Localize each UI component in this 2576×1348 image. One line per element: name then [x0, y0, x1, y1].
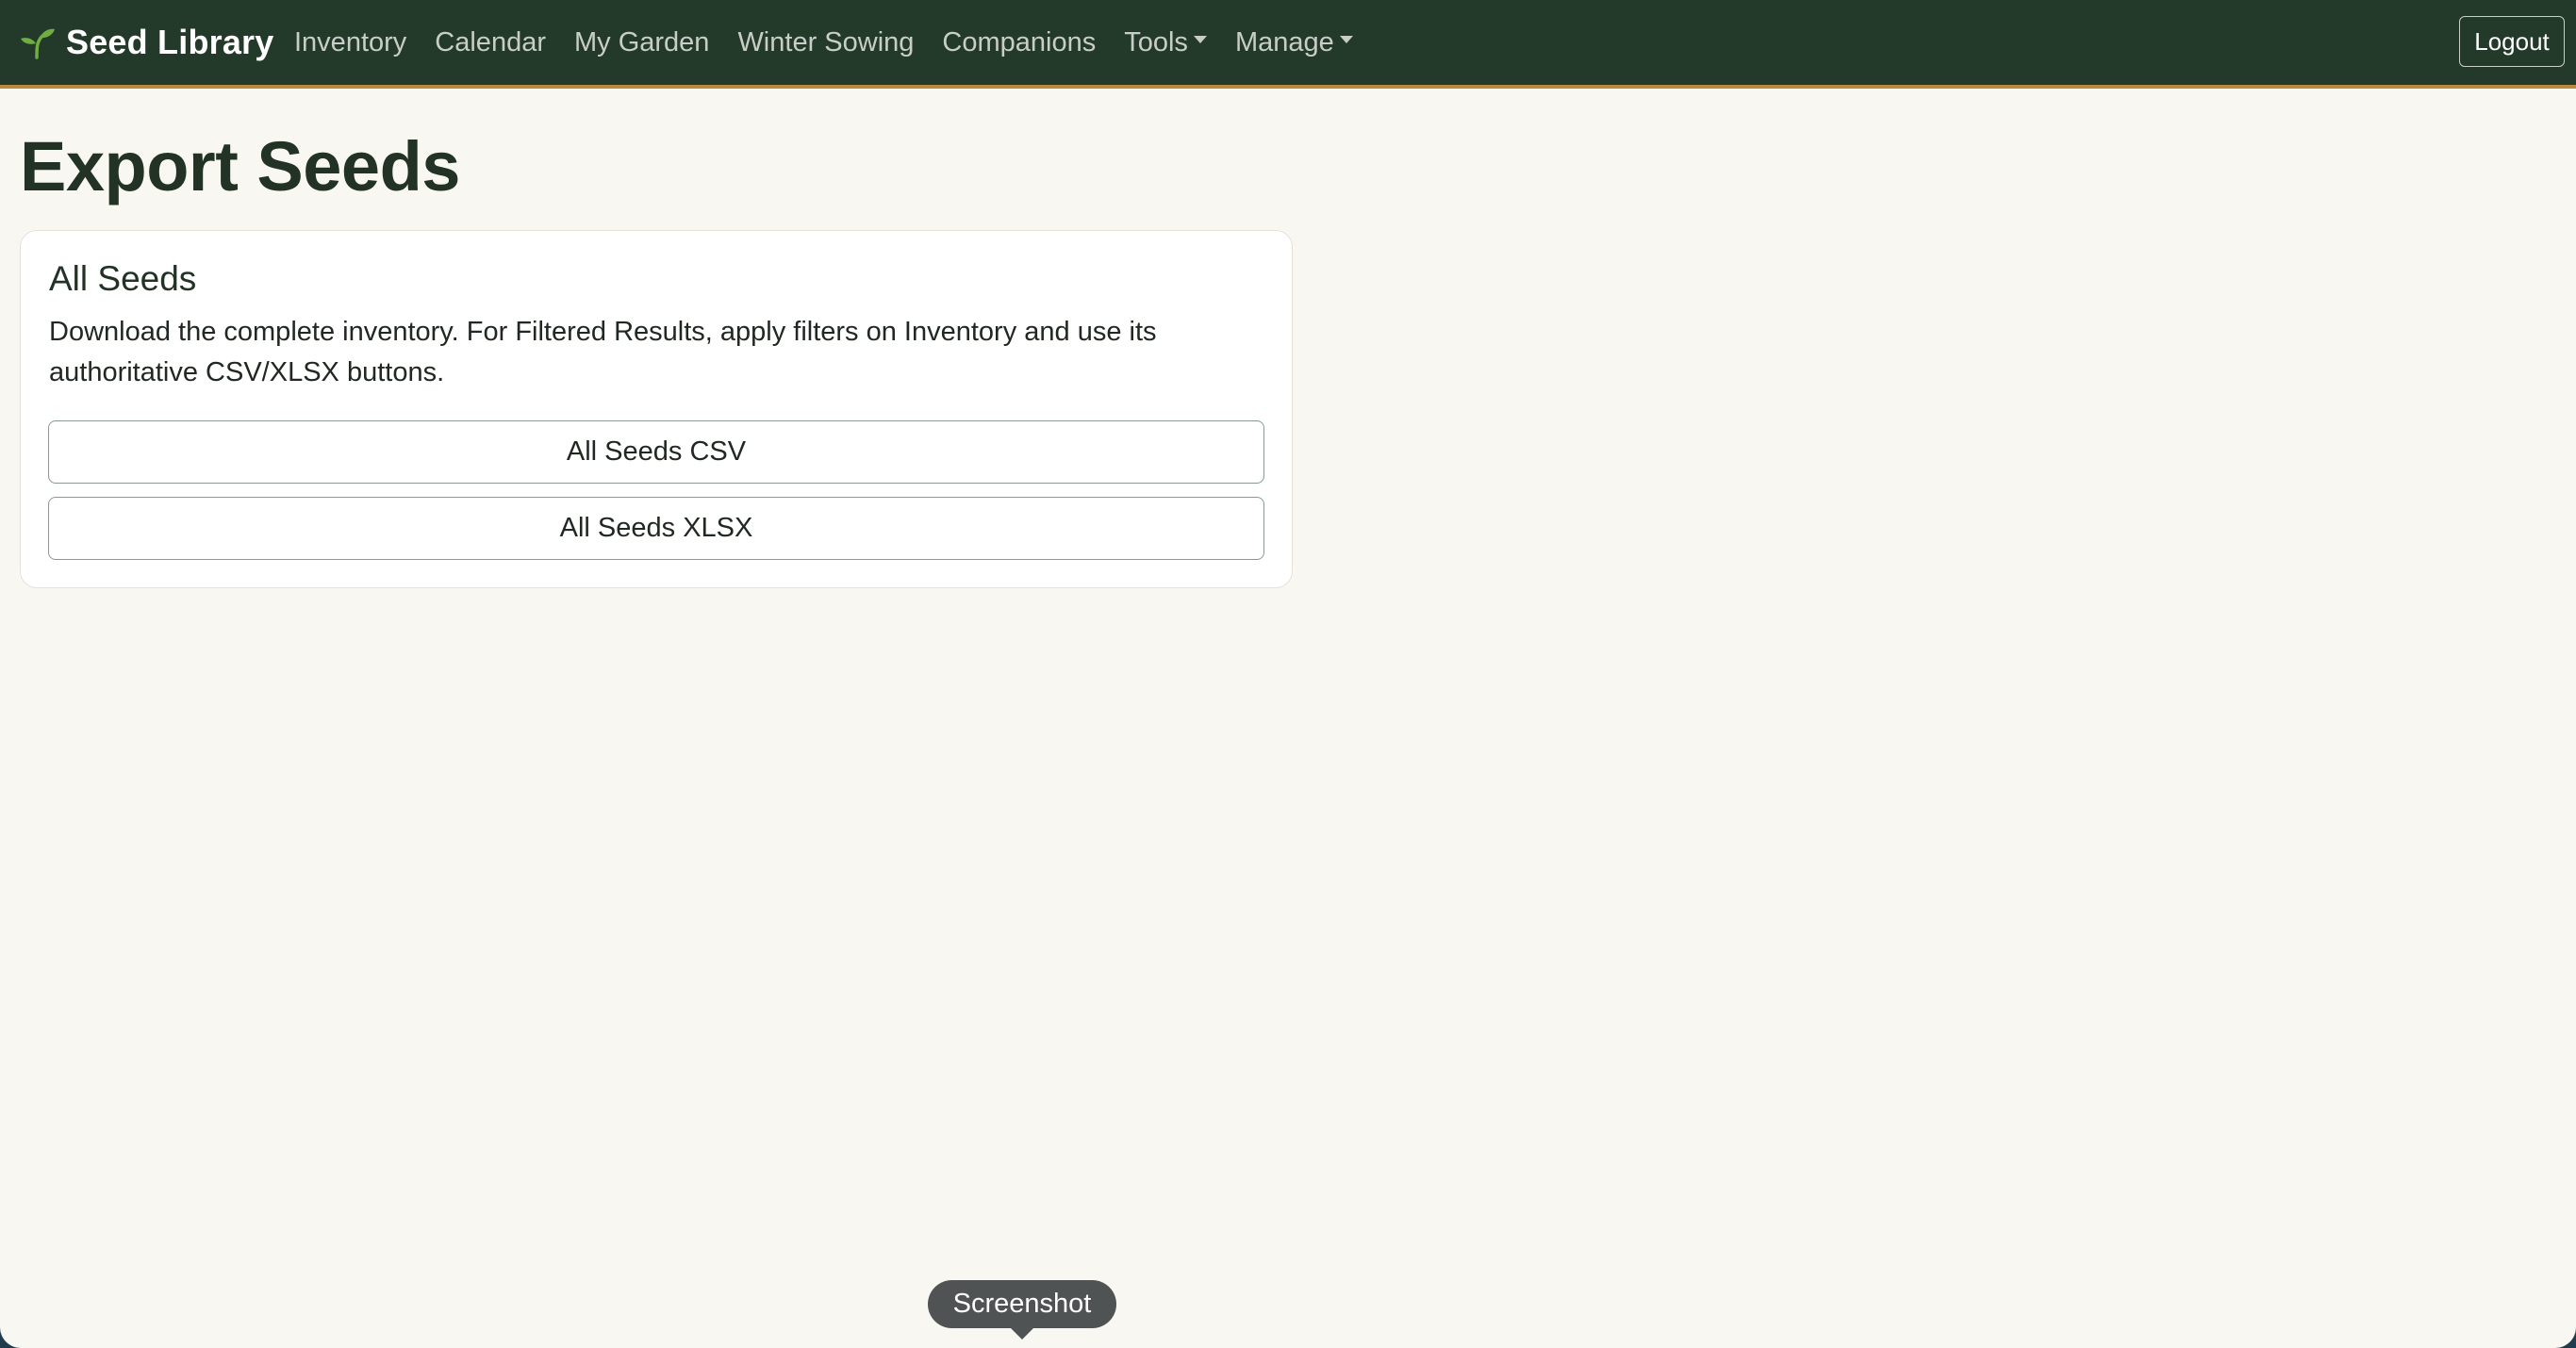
main-nav: Inventory Calendar My Garden Winter Sowi…	[294, 0, 1381, 85]
caret-down-icon	[1339, 36, 1353, 43]
logout-button[interactable]: Logout	[2459, 16, 2565, 67]
screenshot-tooltip: Screenshot	[928, 1280, 1116, 1340]
browser-window: Seed Library Inventory Calendar My Garde…	[0, 0, 2576, 1348]
card-description: Download the complete inventory. For Fil…	[49, 317, 1157, 387]
export-xlsx-button[interactable]: All Seeds XLSX	[48, 497, 1264, 560]
navbar: Seed Library Inventory Calendar My Garde…	[0, 0, 2576, 89]
nav-winter-sowing[interactable]: Winter Sowing	[737, 27, 914, 58]
card-title: All Seeds	[49, 259, 197, 298]
brand-link[interactable]: Seed Library	[19, 0, 274, 85]
export-card: All Seeds Download the complete inventor…	[20, 230, 1293, 588]
nav-companions[interactable]: Companions	[942, 27, 1096, 58]
nav-tools-label: Tools	[1124, 26, 1188, 58]
nav-calendar-label: Calendar	[435, 26, 546, 58]
nav-tools-dropdown[interactable]: Tools	[1124, 27, 1207, 58]
seedling-icon	[19, 24, 57, 61]
brand-name: Seed Library	[66, 23, 274, 61]
export-csv-button[interactable]: All Seeds CSV	[48, 420, 1264, 484]
nav-companions-label: Companions	[942, 26, 1097, 58]
nav-inventory[interactable]: Inventory	[294, 27, 406, 58]
nav-winter-sowing-label: Winter Sowing	[737, 26, 915, 58]
nav-my-garden-label: My Garden	[573, 26, 710, 58]
page-title: Export Seeds	[20, 127, 460, 205]
nav-inventory-label: Inventory	[294, 26, 407, 58]
nav-manage-dropdown[interactable]: Manage	[1235, 27, 1353, 58]
nav-manage-label: Manage	[1234, 26, 1334, 58]
nav-my-garden[interactable]: My Garden	[574, 27, 709, 58]
nav-calendar[interactable]: Calendar	[435, 27, 546, 58]
caret-down-icon	[1193, 36, 1207, 43]
